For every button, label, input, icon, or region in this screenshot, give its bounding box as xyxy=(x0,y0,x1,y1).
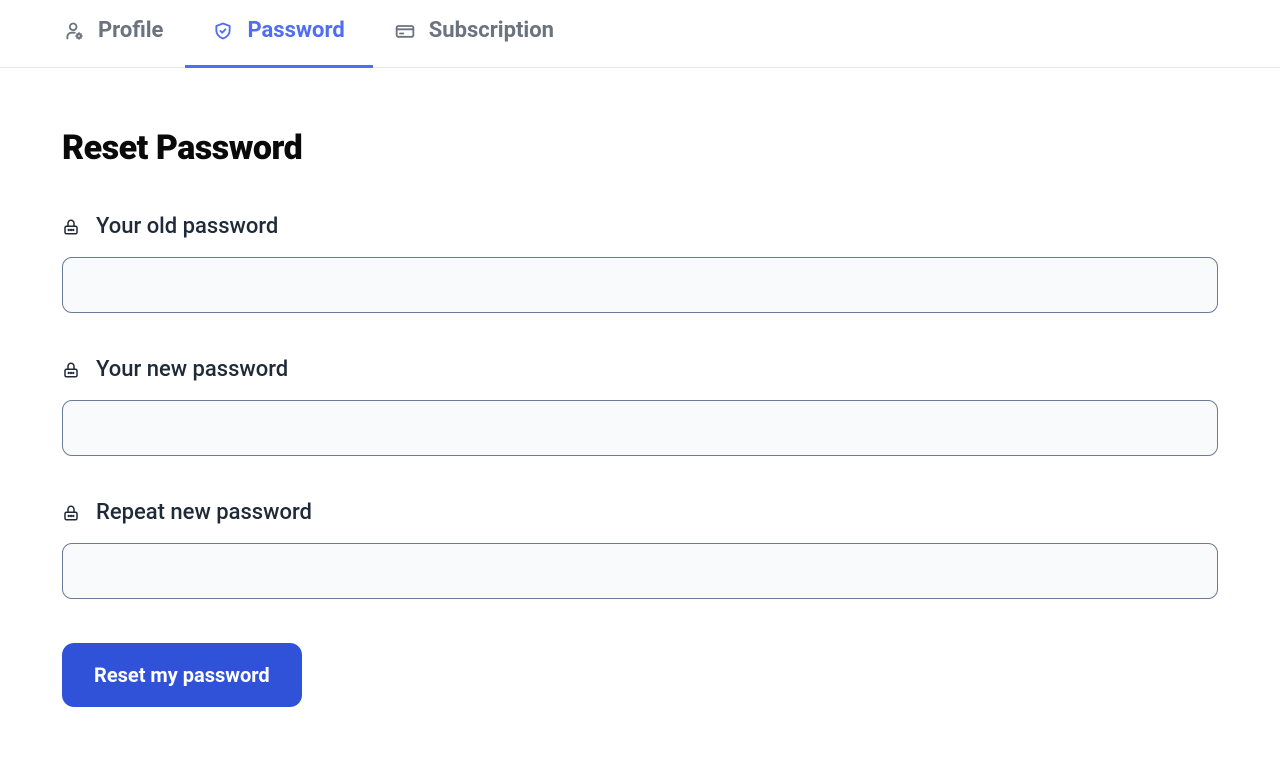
tabs-container: Profile Password Subscription xyxy=(0,0,1280,68)
tab-password-label: Password xyxy=(247,18,344,43)
new-password-input[interactable] xyxy=(62,400,1218,456)
lock-icon xyxy=(62,218,80,236)
tab-password[interactable]: Password xyxy=(213,0,344,67)
label-new-password-text: Your new password xyxy=(96,357,288,382)
label-new-password: Your new password xyxy=(62,357,1218,382)
content: Reset Password Your old password xyxy=(0,68,1280,767)
page-title: Reset Password xyxy=(62,128,1218,168)
label-repeat-password: Repeat new password xyxy=(62,500,1218,525)
label-old-password-text: Your old password xyxy=(96,214,278,239)
reset-password-button[interactable]: Reset my password xyxy=(62,643,302,707)
old-password-input[interactable] xyxy=(62,257,1218,313)
repeat-password-input[interactable] xyxy=(62,543,1218,599)
credit-card-icon xyxy=(395,21,415,41)
label-old-password: Your old password xyxy=(62,214,1218,239)
shield-icon xyxy=(213,21,233,41)
tab-profile-label: Profile xyxy=(98,18,163,43)
user-icon xyxy=(64,21,84,41)
tabs: Profile Password Subscription xyxy=(36,0,1244,67)
label-repeat-password-text: Repeat new password xyxy=(96,500,312,525)
lock-icon xyxy=(62,361,80,379)
form-group-new-password: Your new password xyxy=(62,357,1218,456)
tab-profile[interactable]: Profile xyxy=(64,0,163,67)
form-group-old-password: Your old password xyxy=(62,214,1218,313)
tab-subscription[interactable]: Subscription xyxy=(395,0,554,67)
form-group-repeat-password: Repeat new password xyxy=(62,500,1218,599)
tab-subscription-label: Subscription xyxy=(429,18,554,43)
lock-icon xyxy=(62,504,80,522)
